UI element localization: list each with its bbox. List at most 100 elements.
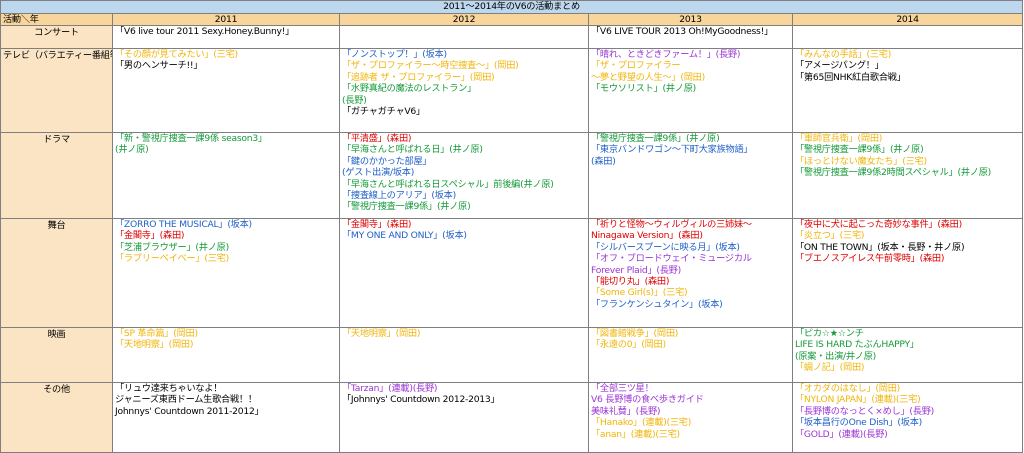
cell-tv-2013: 「晴れ、ときどきファーム！」(長野) 「ザ・プロファイラー ～夢と野望の人生～」(岡… (588, 48, 793, 133)
item-text: LIFE IS HARD たぶんHAPPY」 (795, 339, 919, 351)
cell-other-2011: 「リュウ達来ちゃいなよ！ ジャニーズ東西ドーム生歌合戦！！ Johnnys' Cou… (112, 382, 340, 453)
cell-drama-2012: 「平清盛」(森田) 「早海さんと呼ばれる日」(井ノ原) 「鍵のかかった部屋」 (ゲスト… (339, 132, 589, 219)
cell-concert-2013: 「V6 LIVE TOUR 2013 Oh!MyGoodness!」 (588, 25, 793, 49)
item-text: 「ZORRO THE MUSICAL」(坂本) (115, 219, 252, 231)
item-text: (原案・出演/井ノ原) (795, 350, 877, 362)
item-text: 「フランケンシュタイン」(坂本) (591, 298, 723, 310)
cell-film-2012: 「天地明察」(岡田) (339, 327, 589, 383)
row-drama: ドラマ 「新・警視庁捜査一課9係 season3」 (井ノ原) 「平清盛」(森田)… (0, 132, 1024, 219)
category-concert: コンサート (0, 25, 113, 49)
header-year-2012: 2012 (339, 13, 589, 26)
item-text: 「蜩ノ記」(岡田) (795, 362, 865, 374)
item-text: 「早海さんと呼ばれる日スペシャル」前後編(井ノ原) (342, 178, 554, 190)
item-text: 美味礼賛」(長野) (591, 405, 661, 417)
item-text: 「追跡者 ザ・プロファイラー」(岡田) (342, 71, 495, 83)
item-text: 「平清盛」(森田) (342, 133, 412, 145)
item-text: 「ON THE TOWN」(坂本・長野・井ノ原) (795, 241, 965, 253)
header-row: 活動＼年 2011 2012 2013 2014 (0, 13, 1024, 26)
cell-concert-2011: 「V6 live tour 2011 Sexy.Honey.Bunny!」 (112, 25, 340, 49)
item-text: 「長野博のなっとく×めし」(長野) (795, 405, 934, 417)
item-text: 「警視庁捜査一課9係」(井ノ原) (591, 133, 720, 145)
item-text: 「その顔が見てみたい」(三宅) (115, 49, 238, 61)
item-text: 「金閣寺」(森田) (342, 219, 412, 231)
header-year-2014: 2014 (791, 13, 1024, 26)
item-text: ジャニーズ東西ドーム生歌合戦！！ (115, 394, 257, 406)
item-text: 「ラブリーベイベー」(三宅) (115, 253, 229, 265)
item-text: 「Hanako」(連載)(三宅) (591, 417, 692, 429)
item-text: 「東京バンドワゴン～下町大家族物語」 (591, 144, 753, 156)
item-text: 「V6 LIVE TOUR 2013 Oh!MyGoodness!」 (591, 26, 773, 38)
cell-concert-2012 (339, 25, 589, 49)
cell-other-2013: 「全部三ツ星！ V6 長野博の食べ歩きガイド 美味礼賛」(長野) 「Hanako」(連… (588, 382, 793, 453)
item-text: 「アメージパング！」 (795, 60, 884, 72)
item-text: (ゲスト出演/坂本) (342, 167, 415, 179)
item-text: 「ほっとけない魔女たち」(三宅) (795, 155, 927, 167)
cell-stage-2014: 「夜中に犬に起こった奇妙な事件」(森田) 「炎立つ」(三宅) 「ON THE TOW… (791, 218, 1024, 328)
item-text: 「ザ・プロファイラー (591, 60, 681, 72)
cell-stage-2013: 「祈りと怪物～ウィルヴィルの三姉妹～ Ninagawa Version」(森田) 「… (588, 218, 793, 328)
cell-film-2011: 「SP 革命篇」(岡田) 「天地明察」(岡田) (112, 327, 340, 383)
category-film: 映画 (0, 327, 113, 383)
cell-tv-2011: 「その顔が見てみたい」(三宅) 「男のヘンサーチ!!」 (112, 48, 340, 133)
item-text: 「モウソリスト」(井ノ原) (591, 83, 696, 95)
title-row: 2011～2014年のV6の活動まとめ (0, 0, 1024, 14)
item-text: V6 長野博の食べ歩きガイド (591, 394, 704, 406)
cell-tv-2014: 「みんなの手話」(三宅) 「アメージパング！」 「第65回NHK紅白歌合戦」 (791, 48, 1024, 133)
item-text: 「夜中に犬に起こった奇妙な事件」(森田) (795, 219, 962, 231)
cell-drama-2013: 「警視庁捜査一課9係」(井ノ原) 「東京バンドワゴン～下町大家族物語」 (森田) (588, 132, 793, 219)
category-stage: 舞台 (0, 218, 113, 328)
item-text: 「炎立つ」(三宅) (795, 230, 865, 242)
item-text: 「金閣寺」(森田) (115, 230, 185, 242)
item-text: 「坂本昌行のOne Dish」(坂本) (795, 417, 922, 429)
row-concert: コンサート 「V6 live tour 2011 Sexy.Honey.Bunn… (0, 25, 1024, 49)
item-text: 「捜査線上のアリア」(坂本) (342, 190, 456, 202)
item-text: 「祈りと怪物～ウィルヴィルの三姉妹～ (591, 219, 752, 231)
item-text: 「ザ・プロファイラー～時空捜査～」(岡田) (342, 60, 519, 72)
item-text: 「オフ・ブロードウェイ・ミュージカル (591, 253, 752, 265)
cell-drama-2011: 「新・警視庁捜査一課9係 season3」 (井ノ原) (112, 132, 340, 219)
item-text: 「みんなの手話」(三宅) (795, 49, 892, 61)
item-text: 「MY ONE AND ONLY」(坂本) (342, 230, 467, 242)
item-text: 「軍師官兵衛」(岡田) (795, 133, 883, 145)
item-text: 「晴れ、ときどきファーム！」(長野) (591, 49, 741, 61)
item-text: 「GOLD」(連載)(長野) (795, 428, 888, 440)
cell-stage-2012: 「金閣寺」(森田) 「MY ONE AND ONLY」(坂本) (339, 218, 589, 328)
cell-drama-2014: 「軍師官兵衛」(岡田) 「警視庁捜査一課9係」(井ノ原) 「ほっとけない魔女たち」(… (791, 132, 1024, 219)
cell-other-2014: 「オカダのはなし」(岡田) 「NYLON JAPAN」(連載)(三宅) 「長野博のな… (791, 382, 1024, 453)
item-text: Johnnys' Countdown 2011-2012」 (115, 405, 264, 417)
header-corner: 活動＼年 (0, 13, 113, 26)
item-text: 「警視庁捜査一課9係」(井ノ原) (342, 201, 471, 213)
row-stage: 舞台 「ZORRO THE MUSICAL」(坂本) 「金閣寺」(森田) 「芝浦ブラ… (0, 218, 1024, 328)
item-text: 「水野真紀の魔法のレストラン」 (342, 83, 477, 95)
cell-concert-2014 (791, 25, 1024, 49)
item-text: 「リュウ達来ちゃいなよ！ (115, 383, 223, 395)
item-text: Forever Plaid」(長野) (591, 264, 681, 276)
item-text: 「V6 live tour 2011 Sexy.Honey.Bunny!」 (115, 26, 295, 38)
item-text: 「Tarzan」(連載)(長野) (342, 383, 438, 395)
item-text: 「第65回NHK紅白歌合戦」 (795, 71, 906, 83)
item-text: 「男のヘンサーチ!!」 (115, 60, 203, 72)
item-text: 「警視庁捜査一課9係」(井ノ原) (795, 144, 924, 156)
item-text: 「オカダのはなし」(岡田) (795, 383, 900, 395)
item-text: 「Some Girl(s)」(三宅) (591, 287, 688, 299)
header-year-2011: 2011 (112, 13, 340, 26)
item-text: 「図書館戦争」(岡田) (591, 328, 679, 340)
cell-stage-2011: 「ZORRO THE MUSICAL」(坂本) 「金閣寺」(森田) 「芝浦ブラウザー… (112, 218, 340, 328)
item-text: 「Johnnys' Countdown 2012-2013」 (342, 394, 500, 406)
item-text: 「ピカ☆★☆ンチ (795, 328, 864, 340)
item-text: 「能切り丸」(森田) (591, 276, 670, 288)
header-year-2013: 2013 (588, 13, 793, 26)
category-drama: ドラマ (0, 132, 113, 219)
item-text: ～夢と野望の人生～」(岡田) (591, 71, 705, 83)
item-text: 「NYLON JAPAN」(連載)(三宅) (795, 394, 921, 406)
item-text: 「シルバースプーンに映る月」(坂本) (591, 241, 740, 253)
item-text: (森田) (591, 155, 616, 167)
row-tv: テレビ（バラエティー番組等） 「その顔が見てみたい」(三宅)「男のヘンサーチ!!… (0, 48, 1024, 133)
item-text: 「鍵のかかった部屋」 (342, 155, 432, 167)
activity-summary-table: 2011～2014年のV6の活動まとめ 活動＼年 2011 2012 2013 … (0, 0, 1024, 453)
item-text: 「早海さんと呼ばれる日」(井ノ原) (342, 144, 483, 156)
table-title: 2011～2014年のV6の活動まとめ (0, 0, 1024, 14)
item-text: 「anan」(連載)(三宅) (591, 428, 680, 440)
item-text: 「芝浦ブラウザー」(井ノ原) (115, 241, 229, 253)
item-text: 「天地明察」(岡田) (115, 339, 194, 351)
